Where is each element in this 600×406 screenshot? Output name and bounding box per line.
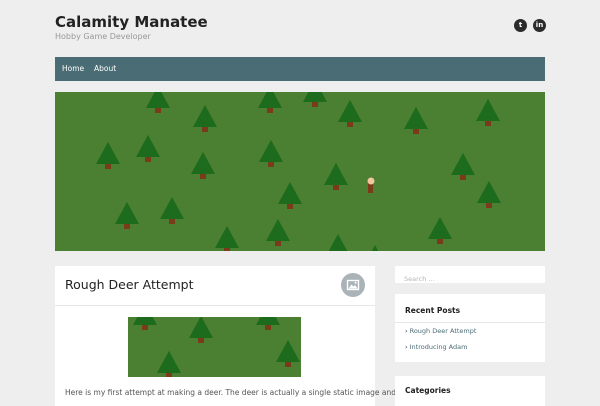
nav-about[interactable]: About xyxy=(94,57,116,81)
site-title[interactable]: Calamity Manatee xyxy=(55,13,208,31)
recent-post-link[interactable]: › Introducing Adam xyxy=(405,343,467,351)
image-icon xyxy=(346,279,360,291)
image-format-icon[interactable] xyxy=(341,273,365,297)
post-title[interactable]: Rough Deer Attempt xyxy=(65,277,193,292)
recent-posts-title: Recent Posts xyxy=(405,306,461,315)
categories-title: Categories xyxy=(405,386,451,395)
header-image xyxy=(55,92,545,251)
site-tagline: Hobby Game Developer xyxy=(55,32,151,41)
forest-scene-image xyxy=(55,92,545,251)
recent-posts-widget: Recent Posts › Rough Deer Attempt › Introd… xyxy=(395,294,545,362)
post-card: Rough Deer Attempt Here is my first atte… xyxy=(55,266,396,406)
post-excerpt: Here is my first attempt at making a dee… xyxy=(65,388,397,397)
main-navigation: Home About xyxy=(55,57,545,81)
chevron-right-icon: › xyxy=(405,343,408,351)
recent-post-link[interactable]: › Rough Deer Attempt xyxy=(405,327,476,335)
categories-widget: Categories xyxy=(395,376,545,406)
post-featured-image[interactable] xyxy=(128,317,301,377)
search-input[interactable] xyxy=(395,270,525,288)
chevron-right-icon: › xyxy=(405,327,408,335)
search-widget xyxy=(395,266,545,288)
twitter-icon[interactable]: t xyxy=(514,19,527,32)
post-header: Rough Deer Attempt xyxy=(55,266,375,306)
forest-thumbnail-image xyxy=(128,317,301,377)
linkedin-icon[interactable]: in xyxy=(533,19,546,32)
nav-home[interactable]: Home xyxy=(62,57,84,81)
widget-divider xyxy=(395,322,545,323)
